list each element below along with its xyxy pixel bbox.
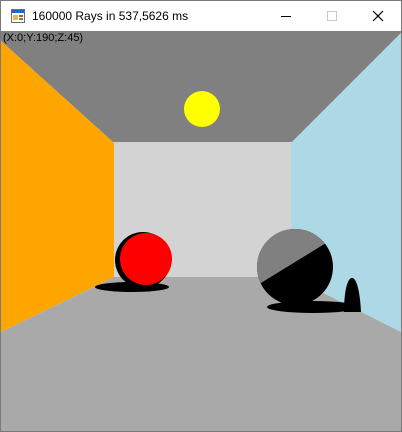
close-icon: [372, 10, 384, 22]
render-viewport[interactable]: [1, 31, 401, 431]
minimize-icon: [281, 16, 291, 17]
minimize-button[interactable]: [263, 1, 309, 31]
maximize-button[interactable]: [309, 1, 355, 31]
title-bar[interactable]: 160000 Rays in 537,5626 ms: [1, 1, 401, 31]
raytraced-scene: [1, 31, 401, 431]
close-button[interactable]: [355, 1, 401, 31]
camera-position-label: (X:0;Y:190;Z:45): [3, 32, 84, 44]
window-title: 160000 Rays in 537,5626 ms: [32, 9, 189, 23]
app-window: 160000 Rays in 537,5626 ms (X:0;Y:190;Z:…: [0, 0, 402, 432]
light-sphere: [184, 91, 220, 127]
maximize-icon: [327, 11, 337, 21]
window-form-icon[interactable]: [11, 9, 25, 23]
